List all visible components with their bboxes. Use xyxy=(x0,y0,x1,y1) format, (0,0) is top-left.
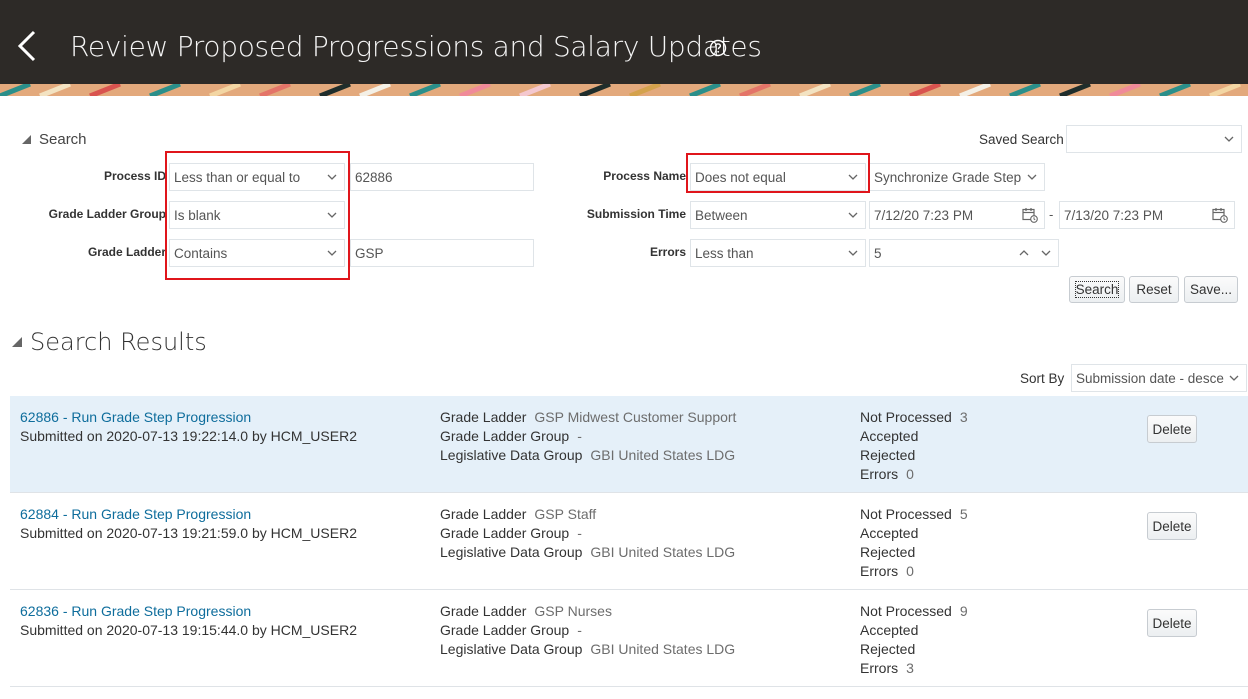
not-processed-field: Not Processed 3 xyxy=(860,409,968,425)
errors-label: Errors xyxy=(649,245,686,259)
highlight-box-left xyxy=(165,151,350,280)
search-results-toggle[interactable]: Search Results xyxy=(12,328,207,356)
submission-time-from-input[interactable]: 7/12/20 7:23 PM xyxy=(869,201,1045,229)
accepted-field: Accepted xyxy=(860,525,919,541)
legislative-data-group-field: Legislative Data Group GBI United States … xyxy=(440,447,736,463)
calendar-icon[interactable] xyxy=(1022,207,1038,223)
errors-field: Errors 0 xyxy=(860,563,914,579)
submitted-text: Submitted on 2020-07-13 19:15:44.0 by HC… xyxy=(20,622,357,638)
grade-ladder-group-field: Grade Ladder Group - xyxy=(440,622,582,638)
legislative-data-group-field: Legislative Data Group GBI United States … xyxy=(440,641,736,657)
errors-field: Errors 0 xyxy=(860,466,914,482)
delete-button[interactable]: Delete xyxy=(1147,415,1197,443)
chevron-down-icon xyxy=(848,212,858,218)
delete-button[interactable]: Delete xyxy=(1147,512,1197,540)
decrement-arrow-icon[interactable] xyxy=(1040,247,1052,259)
result-link[interactable]: 62836 - Run Grade Step Progression xyxy=(20,603,251,619)
rejected-field: Rejected xyxy=(860,641,916,657)
collapse-triangle-icon xyxy=(22,135,31,144)
delete-button[interactable]: Delete xyxy=(1147,609,1197,637)
sort-by-select[interactable]: Submission date - desce xyxy=(1071,364,1247,392)
result-link[interactable]: 62884 - Run Grade Step Progression xyxy=(20,506,251,522)
chevron-down-icon xyxy=(1224,136,1234,142)
increment-arrow-icon[interactable] xyxy=(1018,247,1030,259)
not-processed-field: Not Processed 9 xyxy=(860,603,968,619)
submission-time-label: Submission Time xyxy=(586,207,686,221)
grade-ladder-group-field: Grade Ladder Group - xyxy=(440,428,582,444)
process-name-label: Process Name xyxy=(603,169,686,183)
not-processed-field: Not Processed 5 xyxy=(860,506,968,522)
search-results-title: Search Results xyxy=(30,328,207,356)
list-item[interactable]: 62836 - Run Grade Step Progression Submi… xyxy=(10,590,1248,687)
accepted-field: Accepted xyxy=(860,622,919,638)
legislative-data-group-field: Legislative Data Group GBI United States … xyxy=(440,544,736,560)
page-title: Review Proposed Progressions and Salary … xyxy=(70,30,762,63)
search-button[interactable]: Search xyxy=(1069,276,1125,303)
submitted-text: Submitted on 2020-07-13 19:22:14.0 by HC… xyxy=(20,428,357,444)
chevron-down-icon xyxy=(848,250,858,256)
grade-ladder-input[interactable]: GSP xyxy=(350,239,534,267)
grade-ladder-group-label: Grade Ladder Group xyxy=(48,207,166,221)
accepted-field: Accepted xyxy=(860,428,919,444)
errors-number-input[interactable]: 5 xyxy=(869,239,1059,267)
chevron-left-icon[interactable] xyxy=(12,26,42,66)
process-name-value-select[interactable]: Synchronize Grade Step xyxy=(869,163,1045,191)
results-list: 62886 - Run Grade Step Progression Submi… xyxy=(10,396,1248,687)
submitted-text: Submitted on 2020-07-13 19:21:59.0 by HC… xyxy=(20,525,357,541)
process-id-label: Process ID xyxy=(103,169,166,183)
list-item[interactable]: 62884 - Run Grade Step Progression Submi… xyxy=(10,493,1248,590)
search-section-toggle[interactable]: Search xyxy=(22,131,87,148)
chevron-down-icon xyxy=(1027,174,1037,180)
grade-ladder-group-field: Grade Ladder Group - xyxy=(440,525,582,541)
sort-by-label: Sort By xyxy=(1020,371,1065,386)
submission-time-operator-select[interactable]: Between xyxy=(690,201,866,229)
page-header: Review Proposed Progressions and Salary … xyxy=(0,0,1248,84)
grade-ladder-field: Grade Ladder GSP Staff xyxy=(440,506,597,522)
save-search-button[interactable]: Save... xyxy=(1184,276,1238,303)
reset-button[interactable]: Reset xyxy=(1129,276,1179,303)
search-section-label: Search xyxy=(39,131,87,148)
highlight-box-right xyxy=(686,153,870,193)
process-id-input[interactable]: 62886 xyxy=(350,163,534,191)
submission-time-to-input[interactable]: 7/13/20 7:23 PM xyxy=(1059,201,1235,229)
list-item[interactable]: 62886 - Run Grade Step Progression Submi… xyxy=(10,396,1248,493)
errors-field: Errors 3 xyxy=(860,660,914,676)
errors-operator-select[interactable]: Less than xyxy=(690,239,866,267)
grade-ladder-label: Grade Ladder xyxy=(87,245,166,259)
grade-ladder-field: Grade Ladder GSP Midwest Customer Support xyxy=(440,409,737,425)
chevron-down-icon xyxy=(1229,375,1239,381)
rejected-field: Rejected xyxy=(860,544,916,560)
saved-search-select[interactable] xyxy=(1066,125,1242,153)
saved-search-label: Saved Search xyxy=(979,132,1064,147)
calendar-icon[interactable] xyxy=(1212,207,1228,223)
grade-ladder-field: Grade Ladder GSP Nurses xyxy=(440,603,612,619)
collapse-triangle-icon xyxy=(12,337,22,347)
result-link[interactable]: 62886 - Run Grade Step Progression xyxy=(20,409,251,425)
question-circle-icon[interactable] xyxy=(709,39,727,57)
date-range-separator: - xyxy=(1049,207,1054,222)
rejected-field: Rejected xyxy=(860,447,916,463)
decorative-banner xyxy=(0,84,1248,96)
